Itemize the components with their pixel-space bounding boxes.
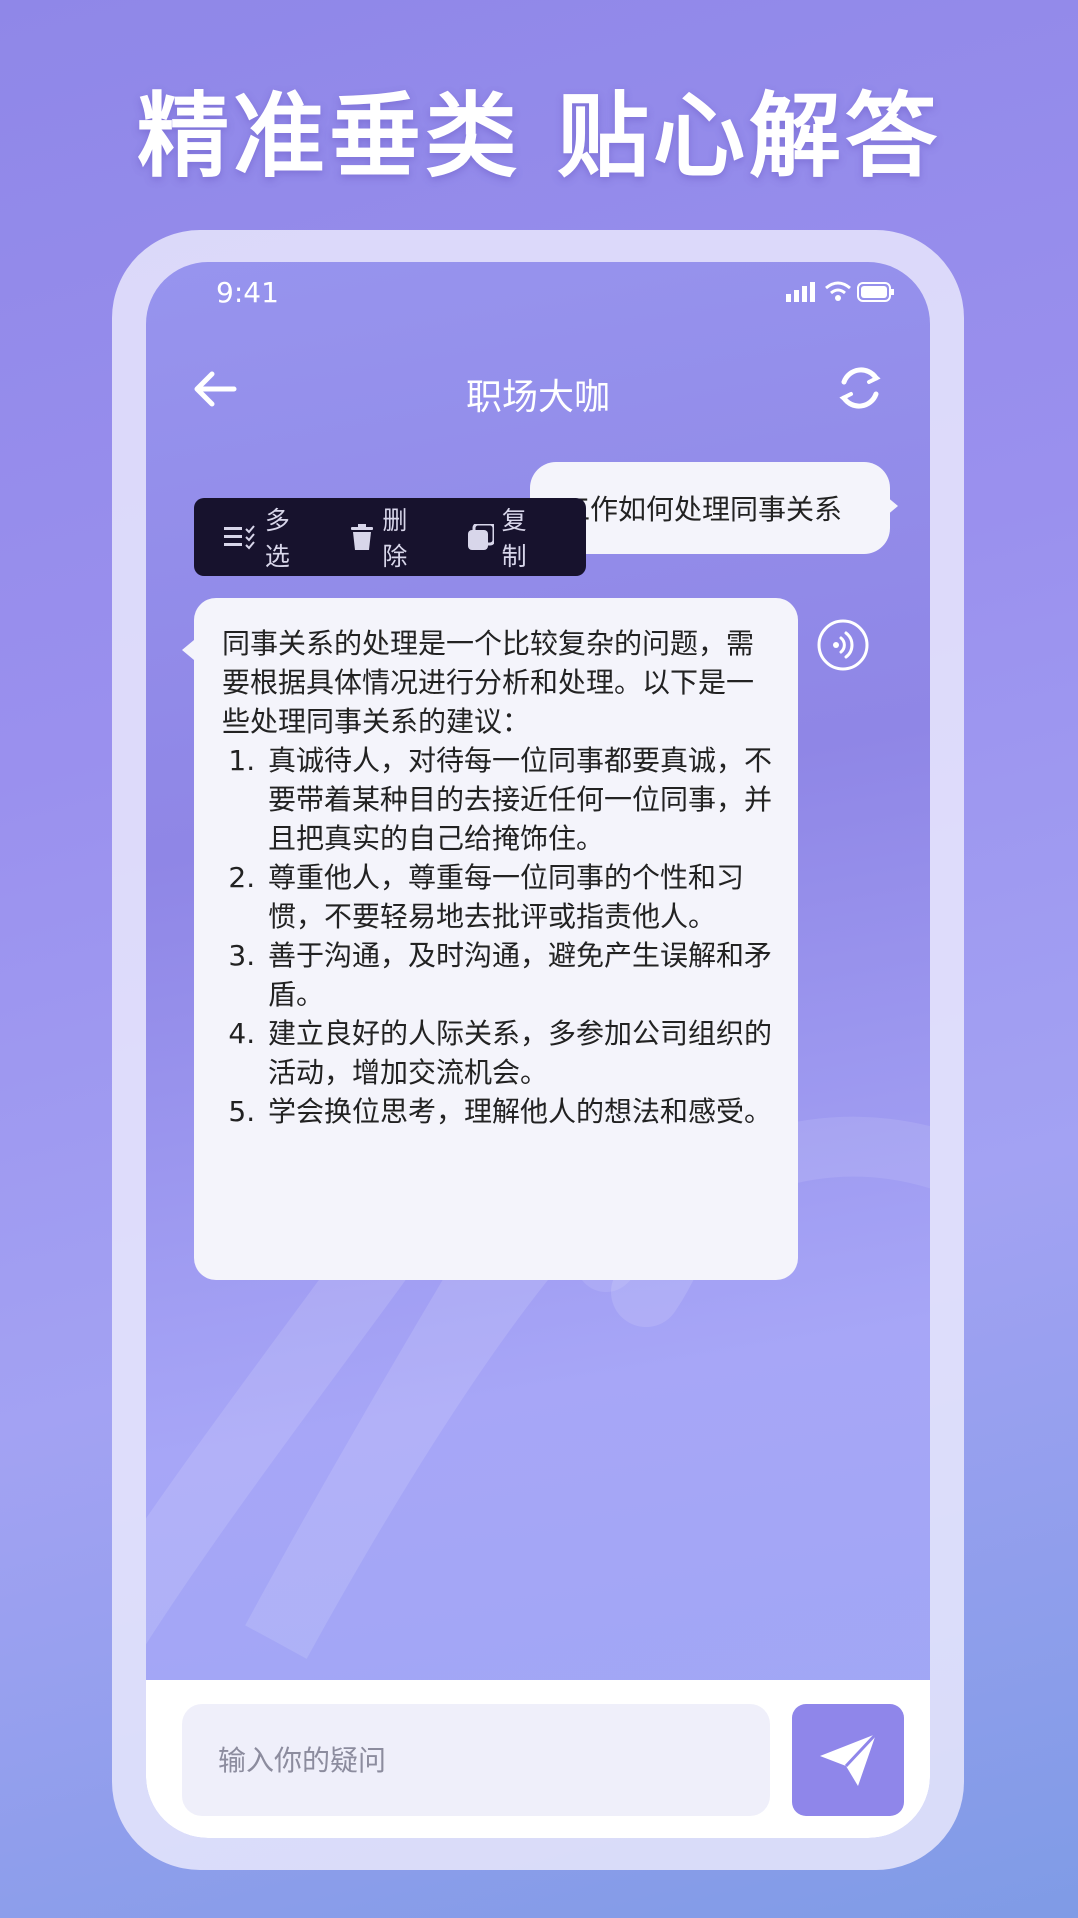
menu-item-label: 多选 [264,506,290,571]
phone-screen: 9:41 职场大咖 工作如何处理同事关系 多选 删除 复制 同事关系的处理是一个… [146,262,930,1838]
send-button[interactable] [792,1704,904,1816]
status-bar: 9:41 [146,262,930,322]
trash-icon [351,524,374,550]
list-item: 善于沟通，及时沟通，避免产生误解和矛盾。 [264,936,774,1014]
refresh-icon [839,367,881,409]
speaker-wave-icon [817,619,869,671]
question-input[interactable] [182,1704,770,1816]
list-item: 建立良好的人际关系，多参加公司组织的活动，增加交流机会。 [264,1014,774,1092]
copy-icon [467,524,494,550]
paper-plane-icon [820,1732,878,1786]
menu-item-multi-select[interactable]: 多选 [224,501,313,573]
ai-message-bubble[interactable]: 同事关系的处理是一个比较复杂的问题，需要根据具体情况进行分析和处理。以下是一些处… [194,598,798,1280]
ai-message-list: 真诚待人，对待每一位同事都要真诚，不要带着某种目的去接近任何一位同事，并且把真实… [222,741,774,1131]
list-item: 学会换位思考，理解他人的想法和感受。 [264,1092,774,1131]
status-time: 9:41 [216,276,279,309]
user-bubble-tail [886,496,898,516]
nav-bar: 职场大咖 [146,344,930,434]
menu-item-label: 复制 [501,506,527,571]
status-icons [786,280,896,308]
user-message-text: 工作如何处理同事关系 [562,493,843,526]
play-audio-button[interactable] [816,618,870,672]
list-item: 尊重他人，尊重每一位同事的个性和习惯，不要轻易地去批评或指责他人。 [264,858,774,936]
signal-wifi-battery-icon [786,281,894,302]
ai-bubble-tail [182,640,194,660]
menu-item-label: 删除 [382,506,408,571]
list-item: 真诚待人，对待每一位同事都要真诚，不要带着某种目的去接近任何一位同事，并且把真实… [264,741,774,858]
message-context-menu: 多选 删除 复制 [194,498,586,576]
page-title: 职场大咖 [465,377,610,418]
menu-item-delete[interactable]: 删除 [349,501,430,573]
multi-select-icon [224,525,255,550]
menu-item-copy[interactable]: 复制 [467,501,550,573]
promo-headline: 精准垂类 贴心解答 [136,83,942,190]
refresh-button[interactable] [834,362,886,414]
ai-message-intro: 同事关系的处理是一个比较复杂的问题，需要根据具体情况进行分析和处理。以下是一些处… [222,627,755,738]
chat-input-area [146,1680,930,1838]
